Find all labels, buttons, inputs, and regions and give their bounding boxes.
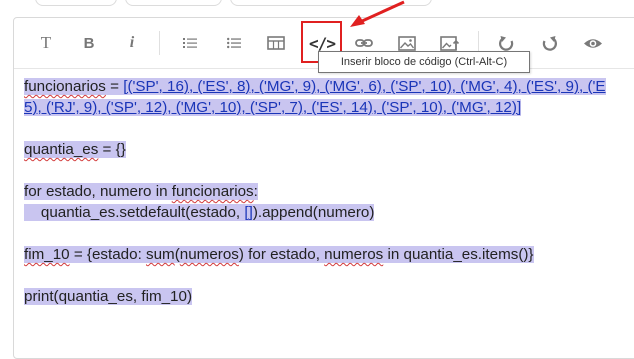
bold-button[interactable]: B bbox=[75, 29, 103, 57]
text-style-button[interactable]: T bbox=[32, 29, 60, 57]
italic-button[interactable]: i bbox=[118, 29, 146, 57]
top-tab-1[interactable] bbox=[35, 0, 117, 6]
undo-icon bbox=[498, 35, 513, 51]
bullet-list-button[interactable] bbox=[220, 29, 248, 57]
code-line-4: for estado, numero in funcionarios: bbox=[24, 183, 258, 200]
code-block-tooltip: Inserir bloco de código (Ctrl-Alt-C) bbox=[318, 51, 530, 73]
table-button[interactable] bbox=[262, 29, 290, 57]
code-line-5: quantia_es.setdefault(estado, []).append… bbox=[24, 204, 375, 221]
ordered-list-button[interactable] bbox=[176, 29, 204, 57]
code-line-2: 5), ('RJ', 9), ('SP', 12), ('MG', 10), (… bbox=[24, 99, 522, 116]
redo-button[interactable] bbox=[535, 29, 563, 57]
editor-content[interactable]: funcionarios = [('SP', 16), ('ES', 8), (… bbox=[24, 76, 634, 307]
bullet-list-icon bbox=[227, 37, 241, 49]
image-upload-icon bbox=[440, 36, 460, 51]
code-line-1: funcionarios = [('SP', 16), ('ES', 8), (… bbox=[24, 78, 606, 95]
code-line-3: quantia_es = {} bbox=[24, 141, 126, 158]
code-line-6: fim_10 = {estado: sum(numeros) for estad… bbox=[24, 246, 534, 263]
preview-button[interactable] bbox=[579, 29, 607, 57]
top-tab-2[interactable] bbox=[125, 0, 222, 6]
table-icon bbox=[267, 36, 285, 50]
ordered-list-icon bbox=[183, 38, 197, 48]
toolbar-divider bbox=[159, 31, 160, 55]
pointer-arrow bbox=[350, 0, 405, 27]
image-icon bbox=[398, 35, 416, 51]
link-icon bbox=[355, 39, 373, 47]
redo-icon bbox=[542, 35, 557, 51]
code-line-7: print(quantia_es, fim_10) bbox=[24, 288, 192, 305]
eye-icon bbox=[584, 38, 602, 48]
